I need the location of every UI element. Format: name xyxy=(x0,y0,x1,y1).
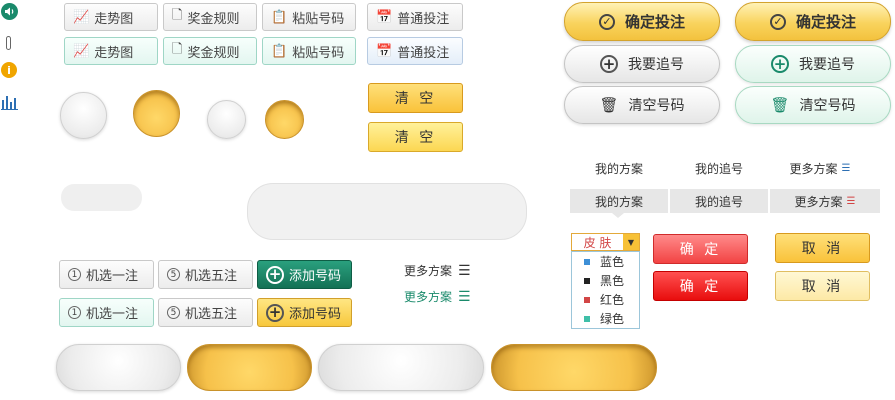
normal-bet-button[interactable]: 📅 普通投注 xyxy=(367,3,463,31)
scroll-handle-icon[interactable] xyxy=(6,36,11,50)
confirm-bet-button-alt[interactable]: ✓ 确定投注 xyxy=(735,2,891,41)
trend-icon: 📈 xyxy=(73,43,90,59)
round-button-white-large[interactable] xyxy=(60,92,107,139)
skin-option-black[interactable]: 黑色 xyxy=(572,271,639,290)
skin-option-red[interactable]: 红色 xyxy=(572,290,639,309)
empty-bar-large xyxy=(247,183,527,240)
plus-circle-icon: + xyxy=(266,265,284,284)
document-icon: 🗋 xyxy=(172,42,183,57)
trend-icon: 📈 xyxy=(73,9,90,25)
list-icon: ☰ xyxy=(458,288,471,305)
tab-more-plans-alt[interactable]: 更多方案 ☰ xyxy=(770,189,880,213)
wide-pill-white-1[interactable] xyxy=(56,344,181,391)
random-one-button[interactable]: 1 机选一注 xyxy=(59,260,154,289)
plus-circle-icon: + xyxy=(771,55,789,73)
skin-menu: 蓝色 黑色 红色 绿色 xyxy=(571,251,640,329)
tab-my-plan[interactable]: 我的方案 xyxy=(570,158,668,178)
tab-my-follow[interactable]: 我的追号 xyxy=(670,158,768,178)
color-swatch xyxy=(584,258,590,265)
more-plans-link-dark[interactable]: 更多方案 ☰ xyxy=(404,262,471,279)
paste-numbers-button-alt[interactable]: 📋 粘贴号码 xyxy=(262,37,356,65)
paste-numbers-button[interactable]: 📋 粘贴号码 xyxy=(262,3,356,31)
info-icon: i xyxy=(1,62,17,78)
color-swatch xyxy=(584,315,590,322)
trash-icon: 🗑 xyxy=(599,96,619,114)
round-button-white-small[interactable] xyxy=(207,100,246,139)
clear-numbers-button-alt[interactable]: 🗑 清空号码 xyxy=(735,86,891,124)
calendar-icon: 📅 xyxy=(376,9,393,25)
follow-number-button[interactable]: + 我要追号 xyxy=(564,45,720,83)
plus-circle-icon: + xyxy=(600,55,618,73)
plus-circle-icon: + xyxy=(266,303,284,322)
number-five-icon: 5 xyxy=(167,268,180,281)
round-button-gold-small[interactable] xyxy=(265,100,304,139)
number-one-icon: 1 xyxy=(68,268,81,281)
document-icon: 🗋 xyxy=(172,8,183,23)
tab-pointer xyxy=(612,213,624,218)
clipboard-icon: 📋 xyxy=(271,43,288,59)
tab-my-follow-alt[interactable]: 我的追号 xyxy=(670,189,768,213)
speaker-icon[interactable] xyxy=(1,3,18,20)
color-swatch xyxy=(584,296,590,303)
follow-number-button-alt[interactable]: + 我要追号 xyxy=(735,45,891,83)
list-icon: ☰ xyxy=(458,262,471,279)
trend-chart-button-alt[interactable]: 📈 走势图 xyxy=(64,37,158,65)
random-five-button[interactable]: 5 机选五注 xyxy=(158,260,253,289)
confirm-button-red-alt[interactable]: 确 定 xyxy=(653,271,748,301)
check-circle-icon: ✓ xyxy=(598,13,615,30)
random-one-button-alt[interactable]: 1 机选一注 xyxy=(59,298,154,327)
skin-select-label: 皮 肤 xyxy=(583,235,612,250)
round-button-gold-large[interactable] xyxy=(133,90,180,137)
chevron-down-icon: ▼ xyxy=(623,234,639,250)
confirm-button-red[interactable]: 确 定 xyxy=(653,234,748,264)
trash-icon: 🗑 xyxy=(770,96,790,114)
cancel-button-alt[interactable]: 取 消 xyxy=(775,271,870,301)
bar-chart-icon[interactable] xyxy=(1,94,18,110)
number-one-icon: 1 xyxy=(68,306,81,319)
random-five-button-alt[interactable]: 5 机选五注 xyxy=(158,298,253,327)
add-numbers-button-gold[interactable]: + 添加号码 xyxy=(257,298,352,327)
prize-rules-button[interactable]: 🗋 奖金规则 xyxy=(163,3,257,31)
empty-bar-small xyxy=(61,184,142,211)
add-numbers-button-teal[interactable]: + 添加号码 xyxy=(257,260,352,289)
list-icon: ☰ xyxy=(846,195,856,207)
tab-my-plan-active[interactable]: 我的方案 xyxy=(570,189,668,213)
check-circle-icon: ✓ xyxy=(769,13,786,30)
clipboard-icon: 📋 xyxy=(271,9,288,25)
clear-button-orange[interactable]: 清 空 xyxy=(368,83,463,113)
prize-rules-button-alt[interactable]: 🗋 奖金规则 xyxy=(163,37,257,65)
cancel-button[interactable]: 取 消 xyxy=(775,233,870,263)
list-icon: ☰ xyxy=(841,162,851,174)
wide-pill-gold-1[interactable] xyxy=(187,344,312,391)
skin-select[interactable]: 皮 肤 ▼ xyxy=(571,233,640,251)
skin-option-blue[interactable]: 蓝色 xyxy=(572,252,639,271)
wide-pill-gold-2[interactable] xyxy=(491,344,657,391)
tab-more-plans[interactable]: 更多方案 ☰ xyxy=(770,158,870,178)
calendar-icon: 📅 xyxy=(376,43,393,59)
color-swatch xyxy=(584,277,590,284)
wide-pill-white-2[interactable] xyxy=(318,344,484,391)
trend-chart-button[interactable]: 📈 走势图 xyxy=(64,3,158,31)
confirm-bet-button[interactable]: ✓ 确定投注 xyxy=(564,2,720,41)
more-plans-link-teal[interactable]: 更多方案 ☰ xyxy=(404,288,471,305)
skin-option-green[interactable]: 绿色 xyxy=(572,309,639,328)
number-five-icon: 5 xyxy=(167,306,180,319)
clear-button-yellow[interactable]: 清 空 xyxy=(368,122,463,152)
clear-numbers-button[interactable]: 🗑 清空号码 xyxy=(564,86,720,124)
normal-bet-button-alt[interactable]: 📅 普通投注 xyxy=(367,37,463,65)
